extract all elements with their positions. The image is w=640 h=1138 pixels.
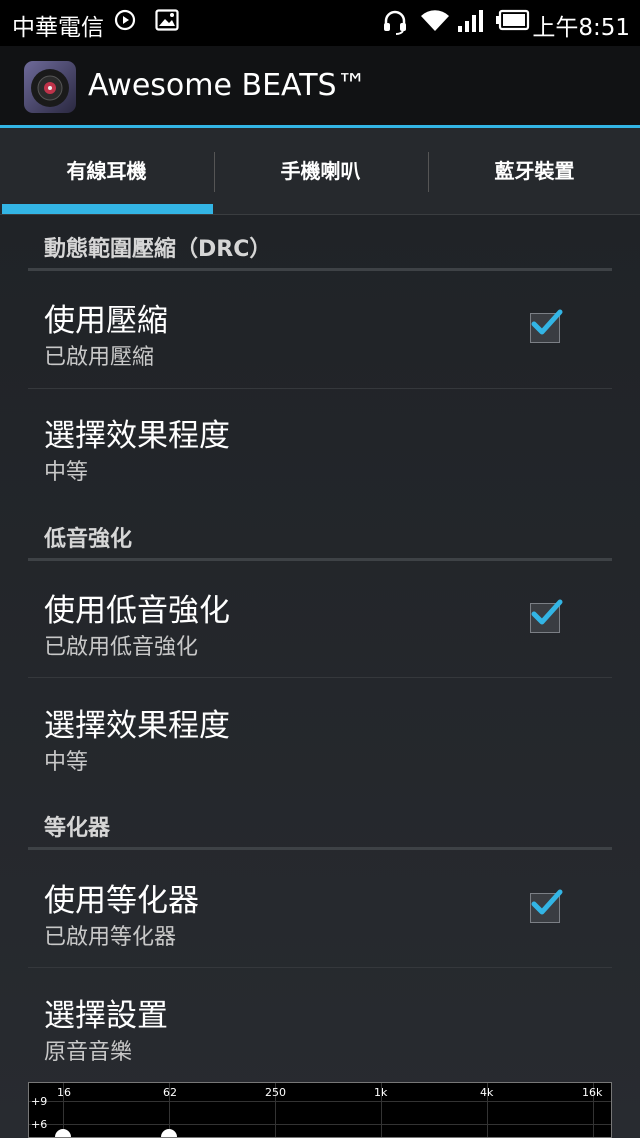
compression-level-value: 中等 (44, 460, 89, 485)
use-bass-boost-checkbox[interactable] (530, 599, 563, 633)
eq-freq-label: 4k (480, 1086, 494, 1099)
eq-db-label: +9 (31, 1095, 48, 1108)
use-compression-title: 使用壓縮 (44, 303, 168, 339)
eq-freq-label: 16k (582, 1086, 603, 1099)
eq-freq-label: 16 (57, 1086, 71, 1099)
eq-grid-line (29, 1101, 611, 1102)
bass-boost-level-value: 中等 (44, 750, 89, 775)
checkmark-icon (531, 889, 563, 915)
settings-list[interactable]: 動態範圍壓縮（DRC） 使用壓縮 已啟用壓縮 選擇效果程度 中等 低音強化 使用… (0, 215, 640, 1138)
checkmark-icon (531, 309, 563, 335)
row-divider (28, 967, 612, 968)
equalizer-preset-value: 原音音樂 (44, 1040, 133, 1065)
eq-db-label: +6 (31, 1118, 48, 1131)
use-bass-boost-title: 使用低音強化 (44, 593, 230, 629)
use-bass-boost-summary: 已啟用低音強化 (44, 635, 199, 660)
eq-band-knob[interactable] (161, 1129, 177, 1137)
equalizer-graph[interactable]: 16 62 250 1k 4k 16k +9 +6 (28, 1082, 612, 1138)
section-divider (28, 268, 612, 271)
bass-boost-level-title: 選擇效果程度 (44, 708, 230, 744)
carrier-label: 中華電信 (12, 15, 104, 41)
headset-icon (382, 9, 408, 39)
use-equalizer-title: 使用等化器 (44, 883, 199, 919)
row-divider (28, 388, 612, 389)
use-compression-summary: 已啟用壓縮 (44, 345, 155, 370)
checkmark-icon (531, 599, 563, 625)
use-equalizer-summary: 已啟用等化器 (44, 925, 177, 950)
eq-band-knob[interactable] (55, 1129, 71, 1137)
tab-selected-indicator (2, 204, 213, 214)
wifi-icon (420, 9, 450, 37)
row-divider (28, 677, 612, 678)
eq-freq-label: 1k (374, 1086, 388, 1099)
eq-freq-label: 62 (163, 1086, 177, 1099)
tab-wired-headset[interactable]: 有線耳機 (0, 128, 213, 214)
section-header-drc: 動態範圍壓縮（DRC） (44, 237, 272, 262)
eq-grid-line (29, 1124, 611, 1125)
section-divider (28, 558, 612, 561)
clock: 上午8:51 (532, 15, 630, 41)
use-equalizer-checkbox[interactable] (530, 889, 563, 923)
action-bar: Awesome BEATS™ (0, 46, 640, 128)
eq-freq-label: 250 (265, 1086, 286, 1099)
status-bar: 中華電信 上午8:51 (0, 0, 640, 46)
play-circle-icon (114, 9, 136, 35)
battery-icon (496, 9, 530, 35)
tab-phone-speaker[interactable]: 手機喇叭 (214, 128, 427, 214)
tab-bar: 有線耳機 手機喇叭 藍牙裝置 (0, 128, 640, 214)
image-icon (155, 9, 179, 35)
section-header-bass-boost: 低音強化 (44, 527, 133, 552)
app-logo-icon[interactable] (24, 61, 76, 113)
compression-level-title: 選擇效果程度 (44, 418, 230, 454)
signal-icon (457, 9, 485, 37)
tab-bluetooth-device[interactable]: 藍牙裝置 (428, 128, 640, 214)
app-title: Awesome BEATS™ (88, 68, 367, 103)
equalizer-preset-title: 選擇設置 (44, 998, 168, 1034)
section-header-equalizer: 等化器 (44, 816, 111, 841)
use-compression-checkbox[interactable] (530, 309, 563, 343)
section-divider (28, 847, 612, 850)
